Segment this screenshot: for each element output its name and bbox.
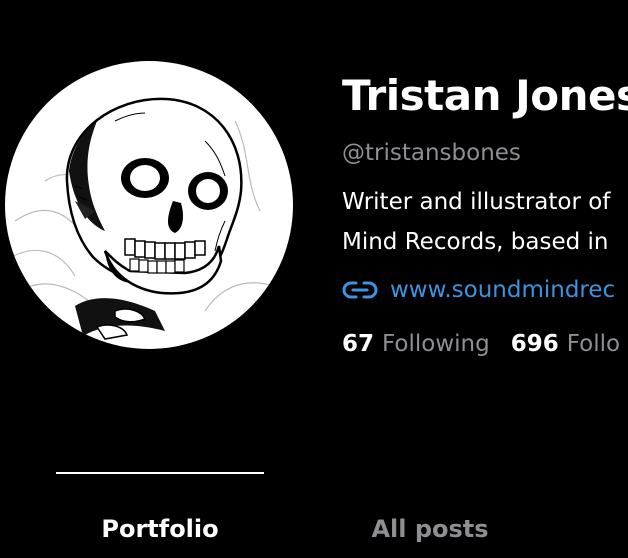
tab-all-posts[interactable]: All posts: [330, 470, 530, 558]
profile-avatar[interactable]: [5, 61, 293, 349]
profile-bio: Writer and illustrator of Mind Records, …: [342, 182, 628, 262]
profile-info: Tristan Jones @tristansbones Writer and …: [342, 70, 628, 360]
website-link[interactable]: www.soundmindrec: [342, 274, 628, 306]
bio-line: Writer and illustrator of: [342, 189, 611, 215]
active-tab-indicator: [56, 472, 264, 474]
skull-illustration-icon: [5, 97, 293, 342]
following-count: 67: [342, 331, 375, 357]
profile-stats: 67 Following 696 Follo: [342, 328, 628, 360]
following-label: Following: [382, 331, 490, 357]
profile-name: Tristan Jones: [342, 71, 628, 120]
followers-label: Follo: [566, 331, 621, 357]
tab-label: All posts: [371, 515, 489, 543]
website-url[interactable]: www.soundmindrec: [390, 277, 615, 303]
following-stat[interactable]: 67 Following: [342, 328, 490, 360]
link-icon: [342, 279, 378, 301]
profile-handle: @tristansbones: [342, 140, 521, 166]
tab-portfolio[interactable]: Portfolio: [56, 470, 264, 558]
profile-tabs: Portfolio All posts: [0, 470, 628, 558]
followers-count: 696: [510, 331, 559, 357]
bio-line: Mind Records, based in: [342, 229, 609, 255]
followers-stat[interactable]: 696 Follo: [511, 328, 620, 360]
tab-label: Portfolio: [101, 515, 219, 543]
